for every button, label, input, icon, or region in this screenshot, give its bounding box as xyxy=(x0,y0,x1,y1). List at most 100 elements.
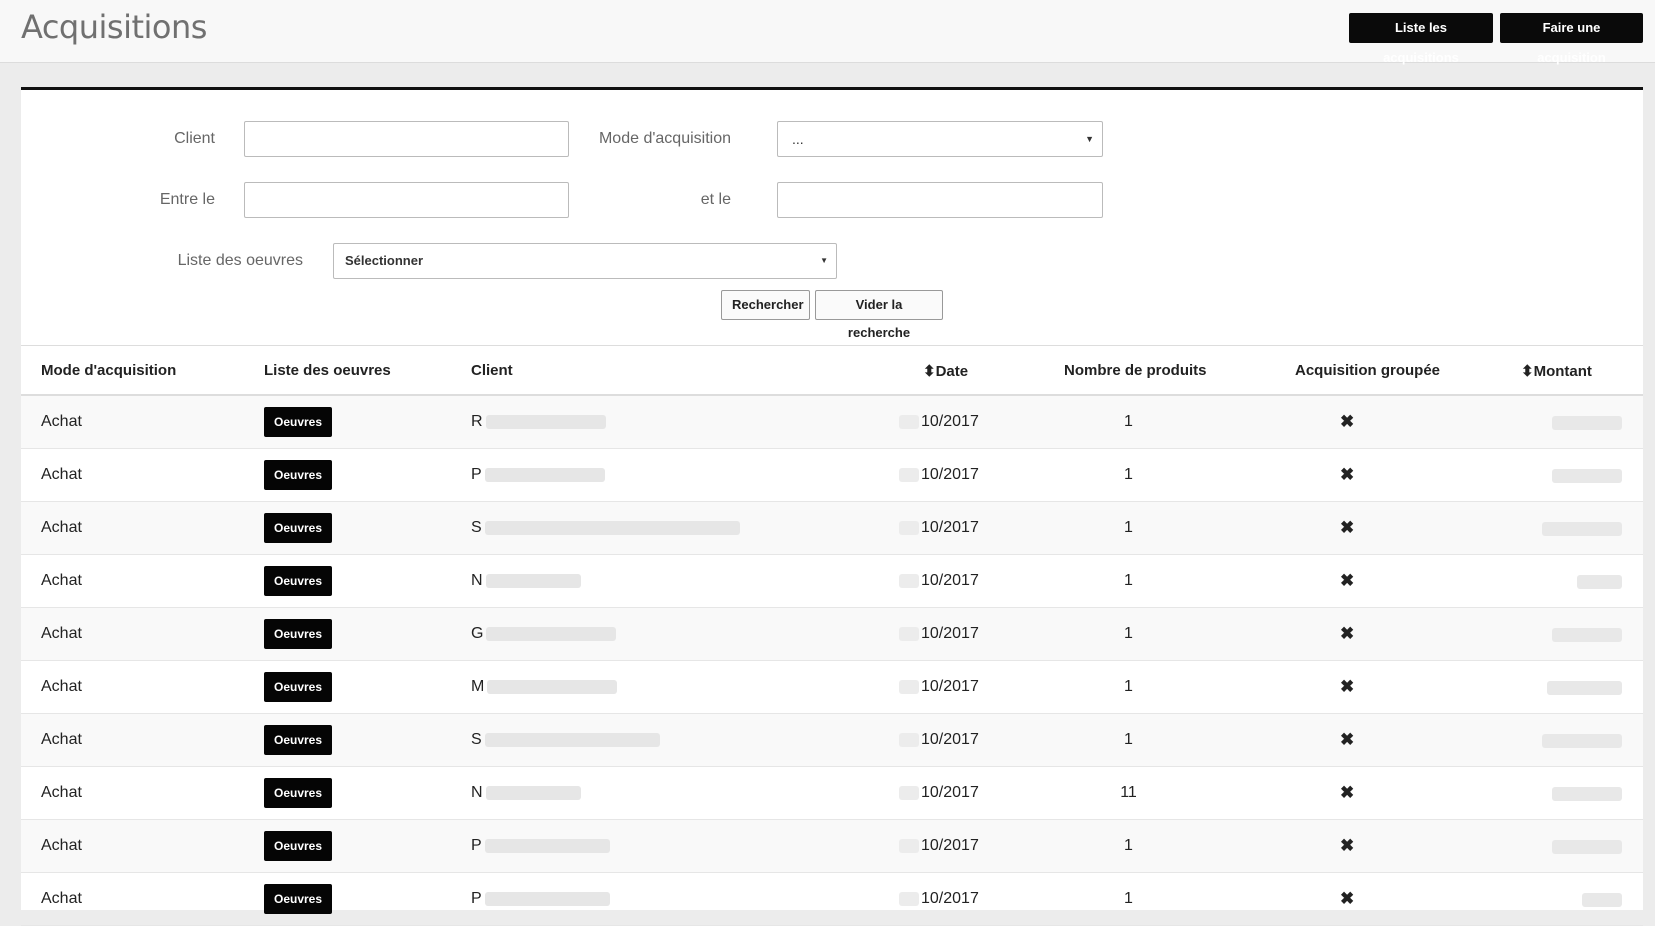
mode-cell: Achat xyxy=(41,784,82,801)
to-date-label: et le xyxy=(700,191,731,208)
redacted-day xyxy=(899,732,919,747)
client-initial: P xyxy=(471,466,482,483)
date-cell: 10/2017 xyxy=(899,678,979,696)
close-icon: ✖ xyxy=(1340,730,1355,749)
search-button[interactable]: Rechercher xyxy=(721,290,810,320)
close-icon: ✖ xyxy=(1340,783,1355,802)
column-amount[interactable]: ⬍Montant xyxy=(1521,362,1592,380)
column-product-count: Nombre de produits xyxy=(1064,362,1207,379)
client-cell: R xyxy=(471,413,606,431)
mode-cell: Achat xyxy=(41,837,82,854)
new-acquisition-button[interactable]: Faire une acquisition xyxy=(1500,13,1643,65)
clear-search-button[interactable]: Vider la recherche xyxy=(815,290,943,340)
redacted-name xyxy=(485,785,581,800)
to-date-input[interactable] xyxy=(777,182,1103,218)
close-icon: ✖ xyxy=(1340,677,1355,696)
works-button[interactable]: Oeuvres xyxy=(264,725,332,755)
product-count-cell: 1 xyxy=(1124,466,1133,483)
close-icon: ✖ xyxy=(1340,412,1355,431)
mode-select[interactable]: ... ▼ xyxy=(777,121,1103,157)
works-button[interactable]: Oeuvres xyxy=(264,513,332,543)
works-button[interactable]: Oeuvres xyxy=(264,672,332,702)
product-count-cell: 1 xyxy=(1124,572,1133,589)
redacted-name xyxy=(487,679,618,694)
redacted-amount xyxy=(1552,628,1622,642)
client-cell: S xyxy=(471,519,740,537)
date-cell: 10/2017 xyxy=(899,519,979,537)
redacted-day xyxy=(899,626,919,641)
client-cell: P xyxy=(471,890,610,908)
mode-cell: Achat xyxy=(41,466,82,483)
column-client: Client xyxy=(471,362,513,379)
redacted-day xyxy=(899,838,919,853)
redacted-amount xyxy=(1577,575,1622,589)
redacted-name xyxy=(485,573,581,588)
redacted-name xyxy=(484,891,610,906)
table-row: Achat Oeuvres N 10/2017 11 ✖ xyxy=(21,767,1643,820)
client-initial: M xyxy=(471,678,485,695)
close-icon: ✖ xyxy=(1340,518,1355,537)
table-row: Achat Oeuvres N 10/2017 1 ✖ xyxy=(21,555,1643,608)
redacted-day xyxy=(899,414,919,429)
redacted-name xyxy=(484,467,605,482)
client-cell: N xyxy=(471,784,581,802)
redacted-amount xyxy=(1542,734,1622,748)
column-works: Liste des oeuvres xyxy=(264,362,391,379)
redacted-day xyxy=(899,679,919,694)
redacted-amount xyxy=(1582,893,1622,907)
table-row: Achat Oeuvres S 10/2017 1 ✖ xyxy=(21,714,1643,767)
redacted-amount xyxy=(1552,787,1622,801)
close-icon: ✖ xyxy=(1340,836,1355,855)
table-body: Achat Oeuvres R 10/2017 1 ✖ Achat Oeuvres P 10/20… xyxy=(21,396,1643,926)
from-date-input[interactable] xyxy=(244,182,569,218)
redacted-amount xyxy=(1542,522,1622,536)
mode-cell: Achat xyxy=(41,731,82,748)
works-button[interactable]: Oeuvres xyxy=(264,619,332,649)
column-date[interactable]: ⬍Date xyxy=(923,362,968,380)
product-count-cell: 1 xyxy=(1124,625,1133,642)
sort-icon: ⬍ xyxy=(923,363,936,380)
caret-down-icon: ▼ xyxy=(1085,134,1094,144)
date-cell: 10/2017 xyxy=(899,625,979,643)
redacted-name xyxy=(486,626,617,641)
works-button[interactable]: Oeuvres xyxy=(264,884,332,914)
client-cell: P xyxy=(471,837,610,855)
product-count-cell: 1 xyxy=(1124,678,1133,695)
from-date-label: Entre le xyxy=(159,191,215,208)
date-cell: 10/2017 xyxy=(899,837,979,855)
close-icon: ✖ xyxy=(1340,571,1355,590)
redacted-name xyxy=(484,838,610,853)
redacted-day xyxy=(899,520,919,535)
works-button[interactable]: Oeuvres xyxy=(264,778,332,808)
list-acquisitions-button[interactable]: Liste les acquisitions xyxy=(1349,13,1493,65)
client-cell: P xyxy=(471,466,605,484)
product-count-cell: 1 xyxy=(1124,519,1133,536)
sort-icon: ⬍ xyxy=(1521,363,1534,380)
works-button[interactable]: Oeuvres xyxy=(264,566,332,596)
redacted-amount xyxy=(1552,840,1622,854)
product-count-cell: 1 xyxy=(1124,890,1133,907)
client-initial: N xyxy=(471,784,483,801)
client-cell: M xyxy=(471,678,618,696)
redacted-name xyxy=(484,520,740,535)
works-button[interactable]: Oeuvres xyxy=(264,407,332,437)
product-count-cell: 11 xyxy=(1120,784,1137,801)
product-count-cell: 1 xyxy=(1124,731,1133,748)
table-row: Achat Oeuvres S 10/2017 1 ✖ xyxy=(21,502,1643,555)
client-cell: S xyxy=(471,731,660,749)
client-initial: P xyxy=(471,837,482,854)
client-input[interactable] xyxy=(244,121,569,157)
client-initial: R xyxy=(471,413,483,430)
client-initial: P xyxy=(471,890,482,907)
close-icon: ✖ xyxy=(1340,465,1355,484)
works-button[interactable]: Oeuvres xyxy=(264,831,332,861)
works-button[interactable]: Oeuvres xyxy=(264,460,332,490)
redacted-day xyxy=(899,785,919,800)
works-select[interactable]: Sélectionner ▼ xyxy=(333,243,837,279)
table-row: Achat Oeuvres P 10/2017 1 ✖ xyxy=(21,873,1643,926)
date-cell: 10/2017 xyxy=(899,890,979,908)
caret-down-icon: ▼ xyxy=(820,256,828,265)
redacted-name xyxy=(485,414,606,429)
mode-cell: Achat xyxy=(41,572,82,589)
redacted-amount xyxy=(1552,416,1622,430)
